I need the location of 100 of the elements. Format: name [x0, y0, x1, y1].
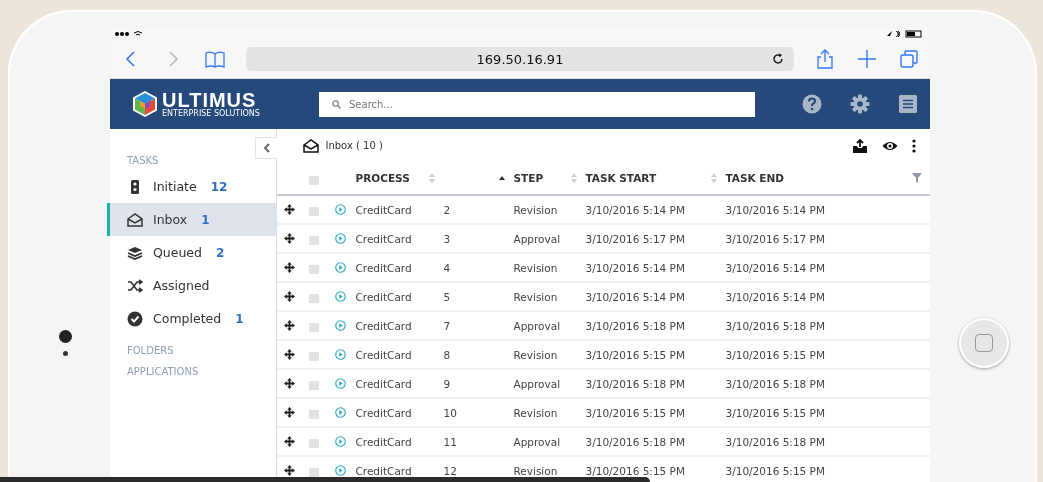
table-cell-text: Revision — [513, 203, 559, 216]
move-handle-icon[interactable] — [284, 349, 296, 360]
table-cell-text: Approval — [513, 319, 562, 332]
play-circle-icon[interactable] — [335, 291, 347, 302]
table-cell-text: 3/10/2016 5:18 PM — [725, 377, 826, 390]
row-checkbox[interactable] — [309, 207, 320, 216]
sidebar-item-label: Initiate — [153, 179, 197, 194]
move-handle-icon[interactable] — [284, 407, 296, 418]
row-checkbox[interactable] — [309, 294, 320, 303]
signal-wifi-icon — [114, 30, 144, 38]
play-circle-icon[interactable] — [335, 378, 347, 389]
table-cell-text: 10 — [443, 406, 458, 419]
table-cell-text: CreditCard — [355, 435, 413, 448]
row-checkbox[interactable] — [309, 381, 320, 390]
logo-tagline: ENTERPRISE SOLUTIONS — [162, 108, 260, 118]
cube-logo-icon — [132, 90, 158, 118]
table-cell-text: 3/10/2016 5:15 PM — [585, 406, 686, 419]
column-header[interactable]: PROCESS — [355, 172, 410, 184]
count-label: 1 — [235, 311, 244, 326]
table-cell-text: Revision — [513, 406, 559, 419]
move-handle-icon[interactable] — [284, 262, 296, 273]
filter-icon[interactable] — [912, 173, 922, 183]
table-cell-text: 3/10/2016 5:15 PM — [585, 348, 686, 361]
table-cell-text: 3/10/2016 5:14 PM — [585, 290, 686, 303]
select-all-checkbox[interactable] — [309, 175, 320, 185]
move-handle-icon[interactable] — [284, 320, 296, 331]
table-cell-text: 3/10/2016 5:18 PM — [585, 435, 686, 448]
play-circle-icon[interactable] — [335, 436, 347, 447]
move-handle-icon[interactable] — [284, 436, 296, 447]
play-circle-icon[interactable] — [335, 233, 347, 244]
inbox-title: Inbox ( 10 ) — [325, 140, 384, 151]
chevron-left-icon — [263, 143, 271, 153]
plus-icon[interactable] — [856, 48, 878, 70]
sort-icon[interactable] — [711, 173, 718, 183]
column-header[interactable]: STEP — [513, 172, 544, 184]
camera-icon — [58, 330, 72, 343]
tabs-icon[interactable] — [898, 48, 920, 70]
logo-wordmark: ULTIMUS — [162, 90, 257, 109]
table-cell-text: Revision — [513, 348, 559, 361]
table-cell-text: 3/10/2016 5:17 PM — [725, 232, 826, 245]
table-cell-text: CreditCard — [355, 203, 413, 216]
row-checkbox[interactable] — [309, 468, 320, 477]
share-icon[interactable] — [814, 48, 836, 70]
column-header[interactable]: TASK END — [725, 172, 784, 184]
table-cell-text: 9 — [443, 377, 452, 390]
table-cell-text: 3/10/2016 5:14 PM — [725, 203, 826, 216]
row-checkbox[interactable] — [309, 323, 320, 332]
table-cell-text: 3/10/2016 5:18 PM — [585, 319, 686, 332]
table-cell-text: 3/10/2016 5:15 PM — [725, 348, 826, 361]
table-cell-text: 3/10/2016 5:18 PM — [585, 377, 686, 390]
sort-ascending-icon[interactable] — [499, 176, 506, 180]
row-checkbox[interactable] — [309, 352, 320, 361]
sidebar-item-label: Queued — [153, 245, 202, 260]
play-circle-icon[interactable] — [335, 262, 347, 273]
row-checkbox[interactable] — [309, 236, 320, 245]
check-circle-icon — [127, 310, 143, 327]
play-circle-icon[interactable] — [335, 465, 347, 476]
collapse-button[interactable] — [255, 137, 278, 159]
table-cell-text: 3/10/2016 5:18 PM — [725, 435, 826, 448]
settings-icon[interactable] — [850, 94, 870, 114]
move-handle-icon[interactable] — [284, 233, 296, 244]
open-envelope-icon — [127, 211, 143, 228]
address-bar[interactable]: 169.50.16.91 — [246, 47, 794, 71]
table-cell-text: CreditCard — [355, 319, 413, 332]
sort-icon[interactable] — [571, 173, 578, 183]
table-cell-text: CreditCard — [355, 377, 413, 390]
column-header[interactable]: TASK START — [585, 172, 657, 184]
move-handle-icon[interactable] — [284, 378, 296, 389]
row-checkbox[interactable] — [309, 410, 320, 419]
table-cell-text: 3/10/2016 5:14 PM — [725, 261, 826, 274]
sidebar-item[interactable]: Completed 1 — [107, 302, 277, 335]
row-checkbox[interactable] — [309, 265, 320, 274]
table-cell-text: 7 — [443, 319, 452, 332]
move-handle-icon[interactable] — [284, 291, 296, 302]
count-label: 1 — [201, 212, 210, 227]
table-cell-text: 3/10/2016 5:15 PM — [725, 406, 826, 419]
home-button[interactable] — [958, 318, 1009, 368]
table-cell-text: 3/10/2016 5:14 PM — [585, 261, 686, 274]
move-handle-icon[interactable] — [284, 465, 296, 476]
move-handle-icon[interactable] — [284, 204, 296, 215]
table-cell-text: CreditCard — [355, 261, 413, 274]
play-circle-icon[interactable] — [335, 407, 347, 418]
sort-icon[interactable] — [429, 173, 436, 183]
sidebar-item[interactable]: Initiate 12 — [107, 170, 277, 203]
refresh-icon[interactable] — [772, 53, 784, 65]
play-circle-icon[interactable] — [335, 349, 347, 360]
table-cell-text: 5 — [443, 290, 452, 303]
sidebar-item[interactable]: Assigned — [107, 269, 277, 302]
help-icon[interactable] — [802, 94, 822, 114]
menu-icon[interactable] — [898, 94, 918, 114]
search-field[interactable]: Search... — [319, 91, 755, 117]
table-cell-text: 2 — [443, 203, 452, 216]
table-cell-text: Revision — [513, 261, 559, 274]
more-options-icon[interactable] — [912, 137, 916, 154]
play-circle-icon[interactable] — [335, 204, 347, 215]
row-checkbox[interactable] — [309, 439, 320, 448]
sidebar-item[interactable]: Inbox 1 — [107, 203, 277, 236]
play-circle-icon[interactable] — [335, 320, 347, 331]
tray-upload-icon[interactable] — [852, 137, 868, 154]
sidebar-item[interactable]: Queued 2 — [107, 236, 277, 269]
